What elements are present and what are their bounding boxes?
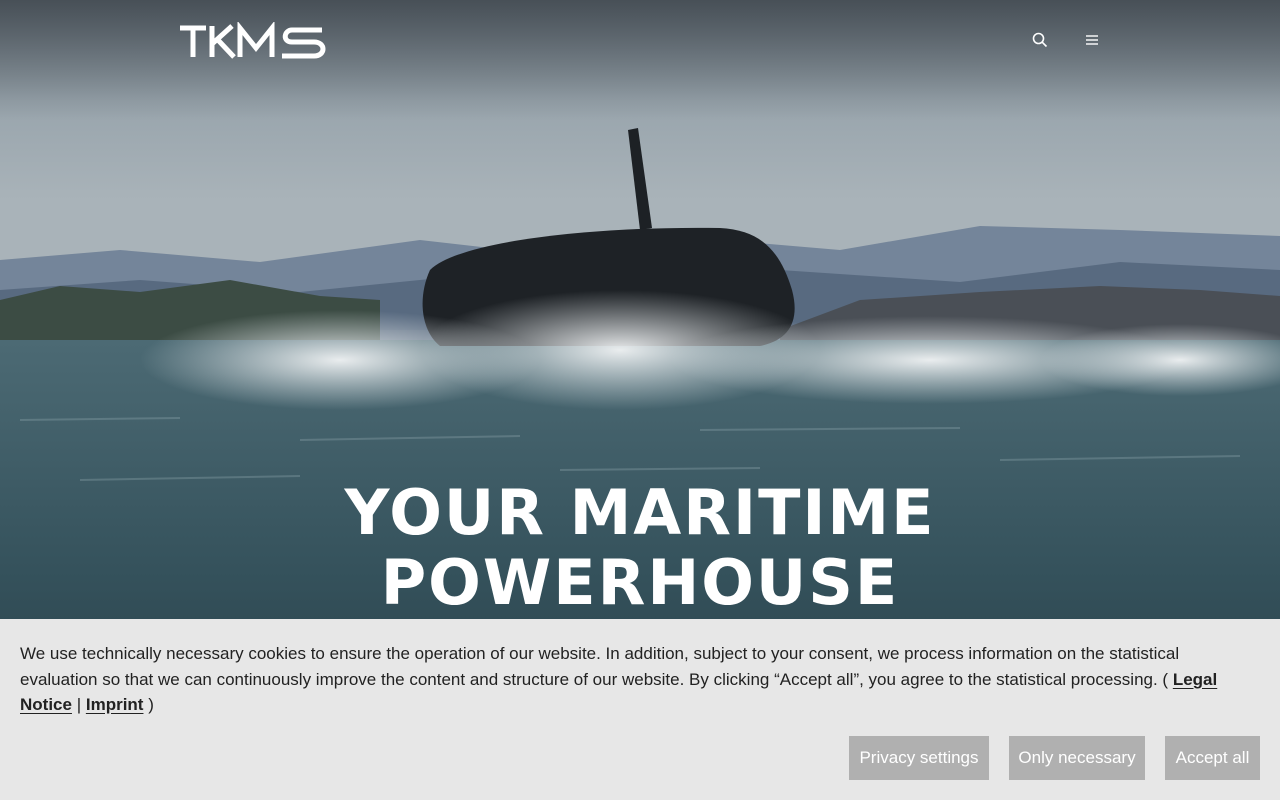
tkms-logo-mark bbox=[180, 20, 326, 59]
accept-all-button[interactable]: Accept all bbox=[1165, 736, 1260, 780]
hamburger-menu-icon[interactable] bbox=[1080, 28, 1104, 52]
cookie-banner-text: We use technically necessary cookies to … bbox=[20, 641, 1240, 718]
link-separator: | bbox=[76, 695, 82, 714]
tkms-logo[interactable] bbox=[180, 20, 330, 62]
cookie-description: We use technically necessary cookies to … bbox=[20, 644, 1180, 689]
imprint-link[interactable]: Imprint bbox=[86, 695, 144, 714]
search-icon[interactable] bbox=[1028, 28, 1052, 52]
hero-headline: YOUR MARITIME POWERHOUSE bbox=[0, 478, 1280, 618]
header-actions bbox=[1028, 28, 1104, 52]
only-necessary-button[interactable]: Only necessary bbox=[1009, 736, 1145, 780]
hero-headline-line-2: POWERHOUSE bbox=[380, 546, 900, 619]
privacy-settings-button[interactable]: Privacy settings bbox=[849, 736, 989, 780]
cookie-actions: Privacy settings Only necessary Accept a… bbox=[849, 736, 1260, 780]
closing-paren: ) bbox=[148, 695, 154, 714]
hero-headline-line-1: YOUR MARITIME bbox=[344, 476, 936, 549]
cookie-banner: We use technically necessary cookies to … bbox=[0, 619, 1280, 800]
